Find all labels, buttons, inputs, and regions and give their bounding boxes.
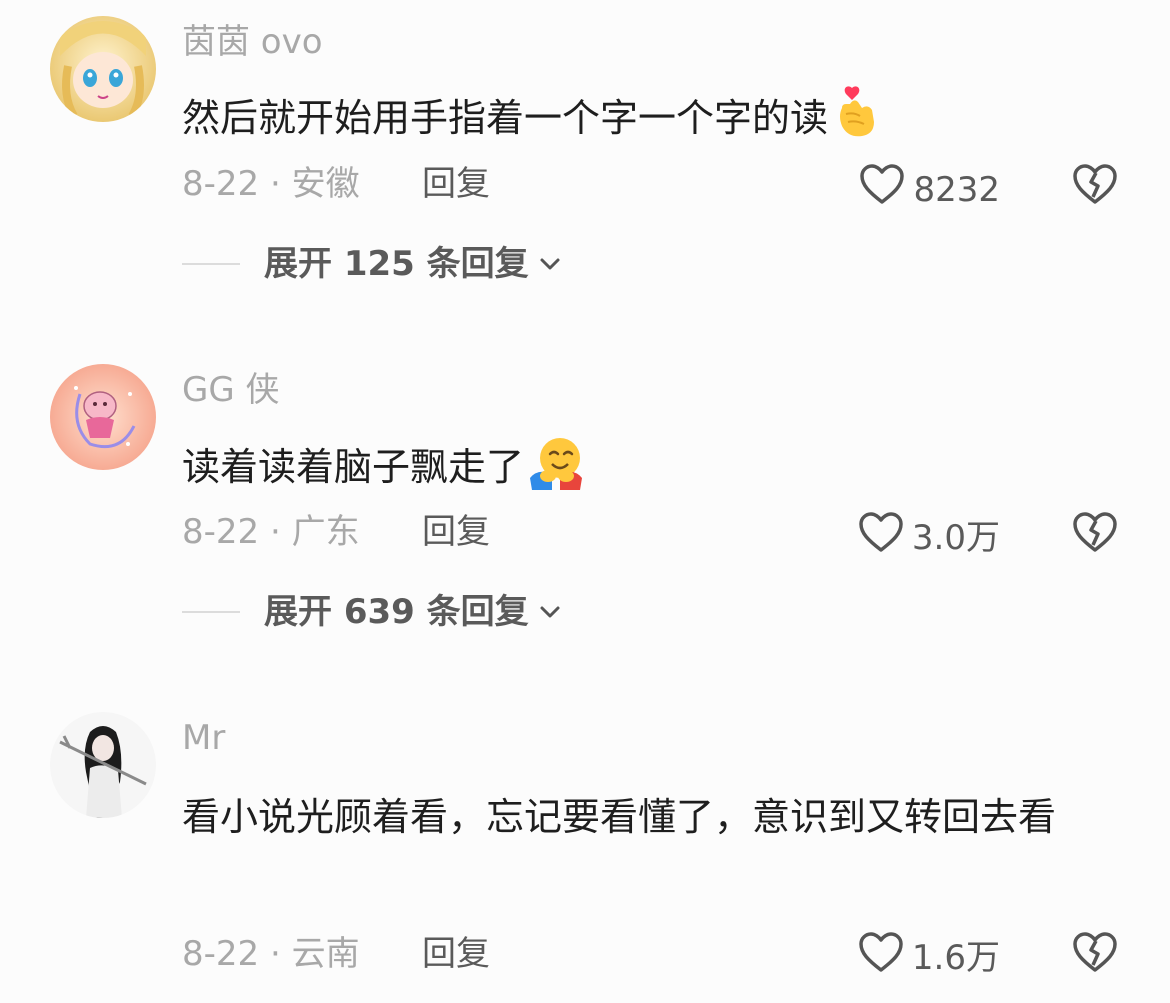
avatar[interactable]: [50, 16, 156, 122]
chevron-down-icon: [539, 605, 561, 619]
like-button[interactable]: 1.6万: [858, 932, 1000, 983]
hugging-face-emoji-icon: [528, 434, 584, 505]
like-count: 1.6万: [911, 937, 1000, 978]
like-count: 8232: [913, 169, 1000, 210]
dislike-button[interactable]: [1072, 164, 1118, 210]
broken-heart-icon: [1072, 164, 1118, 210]
comment-item: GG 侠 读着读着脑子飘走了 8-22 · 广东 回复 3.0万 展开 639 …: [0, 348, 1170, 648]
like-button[interactable]: 3.0万: [858, 512, 1000, 563]
expand-replies-button[interactable]: 展开 125 条回复: [182, 244, 561, 284]
dislike-button[interactable]: [1072, 932, 1118, 978]
heart-icon: [858, 932, 904, 983]
comment-text: 然后就开始用手指着一个字一个字的读: [182, 86, 1122, 155]
username[interactable]: 茵茵 ovo: [182, 22, 323, 62]
broken-heart-icon: [1072, 512, 1118, 558]
comment-text: 读着读着脑子飘走了: [182, 434, 1122, 505]
reply-button[interactable]: 回复: [422, 164, 490, 204]
comment-date-location: 8-22 · 安徽: [182, 164, 360, 204]
divider-line: [182, 611, 240, 613]
comment-item: Mr 看小说光顾着看，忘记要看懂了，意识到又转回去看 8-22 · 云南 回复 …: [0, 696, 1170, 1003]
chevron-down-icon: [539, 257, 561, 271]
comment-item: 茵茵 ovo 然后就开始用手指着一个字一个字的读 8-22 · 安徽 回复 82…: [0, 0, 1170, 300]
comment-text-content: 看小说光顾着看，忘记要看懂了，意识到又转回去看: [182, 795, 1057, 839]
comment-date-location: 8-22 · 云南: [182, 934, 360, 974]
like-button[interactable]: 8232: [859, 164, 1000, 215]
heart-icon: [858, 512, 904, 563]
expand-replies-button[interactable]: 展开 639 条回复: [182, 592, 561, 632]
dislike-button[interactable]: [1072, 512, 1118, 558]
comment-meta: 8-22 · 云南 回复: [182, 934, 490, 974]
comment-text-content: 读着读着脑子飘走了: [182, 445, 525, 489]
comment-meta: 8-22 · 广东 回复: [182, 512, 490, 552]
heart-icon: [859, 164, 905, 215]
comment-date-location: 8-22 · 广东: [182, 512, 360, 552]
avatar[interactable]: [50, 364, 156, 470]
divider-line: [182, 263, 240, 265]
like-count: 3.0万: [911, 517, 1000, 558]
reply-button[interactable]: 回复: [422, 934, 490, 974]
username[interactable]: GG 侠: [182, 370, 280, 410]
comment-text: 看小说光顾着看，忘记要看懂了，意识到又转回去看: [182, 778, 1122, 856]
comment-meta: 8-22 · 安徽 回复: [182, 164, 490, 204]
username[interactable]: Mr: [182, 718, 225, 758]
comment-text-content: 然后就开始用手指着一个字一个字的读: [182, 96, 829, 140]
finger-heart-emoji-icon: [832, 86, 880, 155]
expand-replies-label: 展开 125 条回复: [264, 244, 529, 284]
broken-heart-icon: [1072, 932, 1118, 978]
expand-replies-label: 展开 639 条回复: [264, 592, 529, 632]
avatar[interactable]: [50, 712, 156, 818]
reply-button[interactable]: 回复: [422, 512, 490, 552]
